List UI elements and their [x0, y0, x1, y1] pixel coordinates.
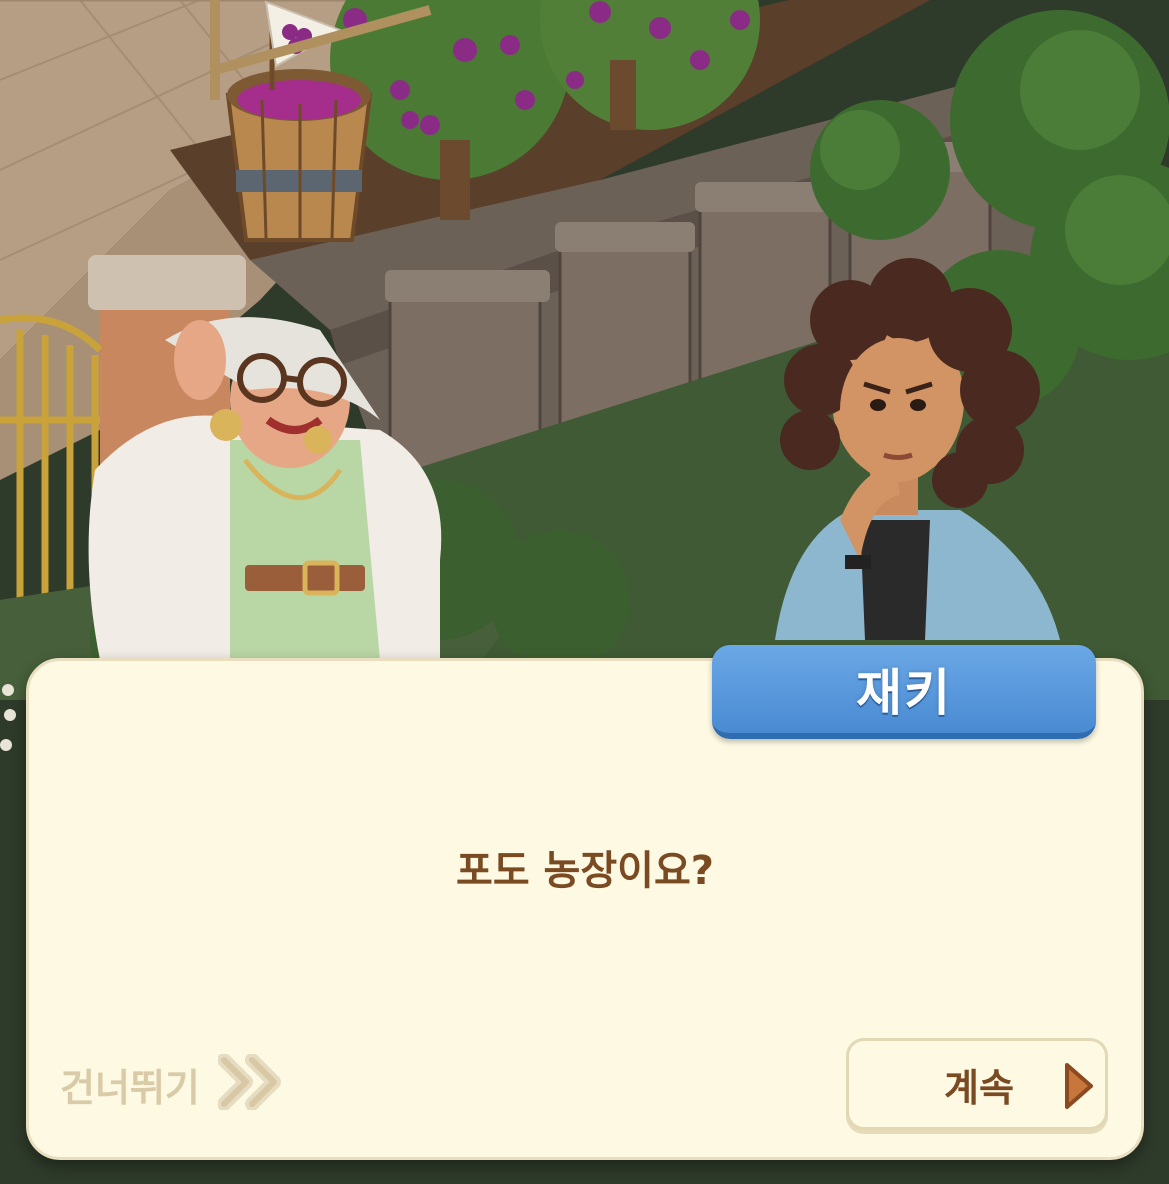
- double-chevron-right-icon: [216, 1053, 284, 1114]
- speaker-nameplate: 재키: [712, 645, 1096, 739]
- continue-button[interactable]: 계속: [846, 1038, 1108, 1130]
- skip-label: 건너뛰기: [60, 1065, 200, 1110]
- speaker-name: 재키: [856, 664, 952, 722]
- skip-button[interactable]: 건너뛰기: [60, 1052, 284, 1116]
- continue-label: 계속: [944, 1065, 1014, 1110]
- dialogue-message: 포도 농장이요?: [456, 848, 714, 894]
- play-triangle-icon: [1061, 1061, 1095, 1115]
